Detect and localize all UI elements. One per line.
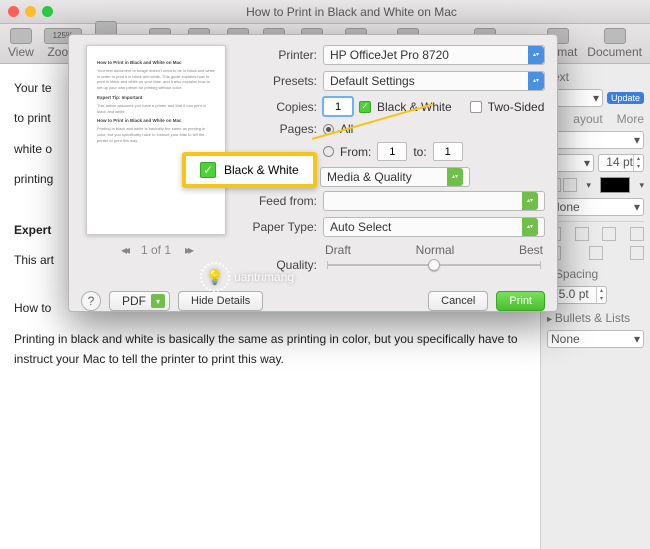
preview-page: How to Print in Black and White on Mac Y…: [86, 45, 226, 235]
paper-label: Paper Type:: [245, 220, 317, 234]
char-style-select[interactable]: None▾: [547, 198, 644, 216]
bw-checkbox[interactable]: ✓: [359, 101, 371, 113]
check-icon: ✓: [200, 162, 216, 178]
bullets-disclosure[interactable]: ▸ Bullets & Lists: [547, 311, 644, 325]
printer-select[interactable]: HP OfficeJet Pro 8720▴▾: [323, 45, 545, 65]
align-center-icon[interactable]: [575, 227, 589, 241]
pdf-button[interactable]: PDF▾: [109, 291, 170, 311]
font-size-field[interactable]: 14 pt▴▾: [598, 154, 644, 172]
minimize-dot[interactable]: [25, 6, 36, 17]
document-button[interactable]: Document: [587, 28, 642, 59]
align-justify-icon[interactable]: [630, 227, 644, 241]
prev-page-icon[interactable]: ◂◂: [121, 243, 127, 257]
traffic-lights: [8, 6, 53, 17]
outdent-icon[interactable]: [589, 246, 603, 260]
print-button[interactable]: Print: [496, 291, 545, 311]
pages-from-input[interactable]: [377, 142, 407, 161]
callout-label: Black & White: [224, 163, 299, 177]
bw-callout: ✓ Black & White: [182, 152, 317, 188]
text-color-swatch[interactable]: [600, 177, 630, 193]
font-family-select[interactable]: ▾: [547, 131, 644, 149]
options-section-select[interactable]: Media & Quality▴▾: [320, 167, 470, 187]
update-button[interactable]: Update: [607, 92, 644, 104]
align-right-icon[interactable]: [602, 227, 616, 241]
spacing-disclosure[interactable]: ▸ Spacing: [547, 267, 644, 281]
window-title: How to Print in Black and White on Mac: [61, 5, 642, 19]
twosided-checkbox[interactable]: [470, 101, 482, 113]
feed-label: Feed from:: [245, 194, 317, 208]
cancel-button[interactable]: Cancel: [428, 291, 488, 311]
italic-icon[interactable]: [563, 178, 577, 192]
pages-range-radio[interactable]: [323, 146, 334, 157]
hide-details-button[interactable]: Hide Details: [178, 291, 263, 311]
quality-label: Quality:: [245, 258, 317, 272]
bw-checkbox-label: Black & White: [377, 100, 452, 114]
pages-label: Pages:: [245, 122, 317, 136]
inspector-tab-layout[interactable]: ayout: [573, 112, 602, 126]
printer-label: Printer:: [245, 48, 317, 62]
paper-select[interactable]: Auto Select▴▾: [323, 217, 545, 237]
inspector-tab-more[interactable]: More: [617, 112, 644, 126]
page-indicator: 1 of 1: [141, 243, 171, 257]
presets-select[interactable]: Default Settings▴▾: [323, 71, 545, 91]
zoom-dot[interactable]: [42, 6, 53, 17]
copies-label: Copies:: [245, 100, 317, 114]
help-button[interactable]: ?: [81, 291, 101, 311]
twosided-label: Two-Sided: [488, 100, 545, 114]
pages-to-input[interactable]: [433, 142, 463, 161]
view-button[interactable]: View: [8, 28, 34, 59]
indent-icon[interactable]: [630, 246, 644, 260]
bullets-select[interactable]: None▾: [547, 330, 644, 348]
feed-select[interactable]: ▴▾: [323, 191, 545, 211]
quality-slider[interactable]: [327, 257, 541, 273]
copies-input[interactable]: [323, 97, 353, 116]
next-page-icon[interactable]: ▸▸: [185, 243, 191, 257]
presets-label: Presets:: [245, 74, 317, 88]
chevron-down-icon: ▾: [151, 294, 165, 308]
close-dot[interactable]: [8, 6, 19, 17]
